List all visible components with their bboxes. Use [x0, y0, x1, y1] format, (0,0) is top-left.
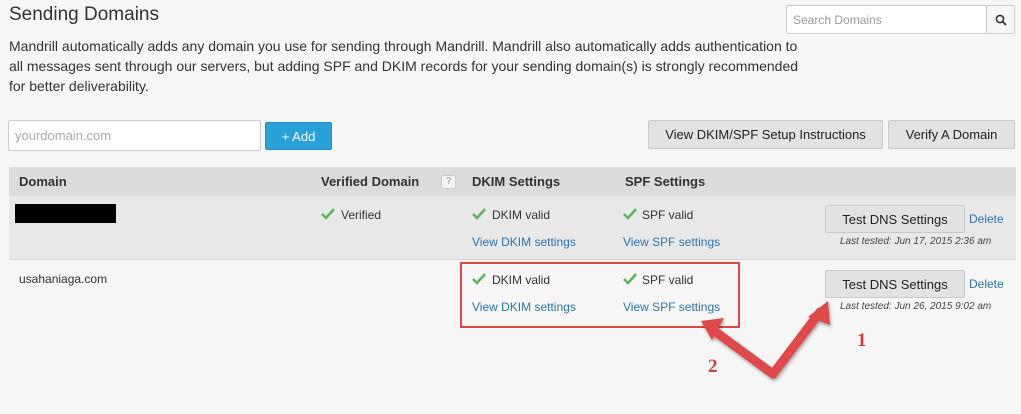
annotation-arrows: [701, 301, 830, 379]
annotation-label-1: 1: [857, 330, 867, 351]
annotation-label-2: 2: [708, 356, 718, 377]
